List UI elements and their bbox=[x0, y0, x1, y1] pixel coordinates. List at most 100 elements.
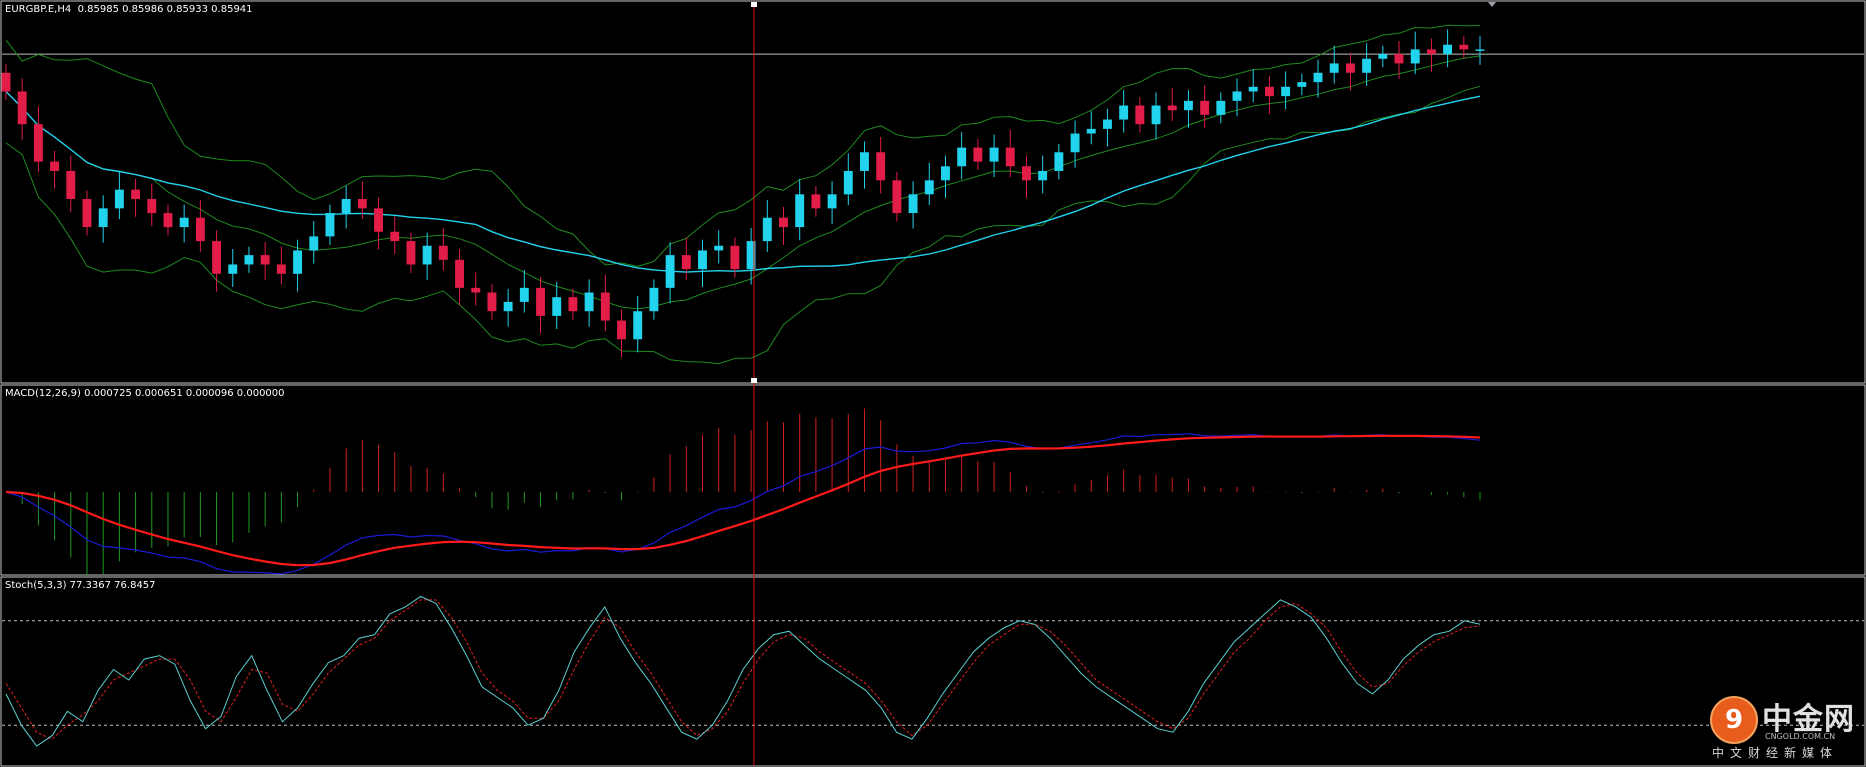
candle-body bbox=[519, 287, 529, 302]
candle-body bbox=[1426, 49, 1436, 55]
watermark-url: CNGOLD.COM.CN bbox=[1765, 732, 1836, 741]
candle-body bbox=[924, 180, 934, 195]
candle-body bbox=[1183, 100, 1193, 111]
candle-body bbox=[341, 199, 351, 214]
candle-body bbox=[455, 259, 464, 288]
candle-body bbox=[406, 241, 416, 265]
candle-body bbox=[276, 264, 286, 274]
candle-body bbox=[438, 245, 448, 260]
watermark-logo: 9 中金网 CNGOLD.COM.CN 中文财经新媒体 bbox=[1708, 694, 1858, 760]
candle-body bbox=[827, 194, 837, 209]
candle-body bbox=[908, 194, 918, 214]
moving-average-line bbox=[5, 91, 1481, 273]
candle-body bbox=[82, 199, 92, 228]
candle-body bbox=[584, 292, 594, 312]
candle-body bbox=[989, 147, 999, 162]
candle-body bbox=[1264, 86, 1274, 97]
candle-body bbox=[1459, 44, 1469, 50]
candle-body bbox=[503, 301, 513, 312]
candle-body bbox=[293, 250, 303, 274]
watermark-tagline: 中文财经新媒体 bbox=[1712, 746, 1839, 760]
candle-body bbox=[147, 199, 157, 214]
candle-body bbox=[1167, 105, 1177, 111]
candle-body bbox=[941, 166, 950, 181]
candle-body bbox=[860, 152, 869, 171]
candle-body bbox=[665, 255, 675, 288]
bollinger-upper-line bbox=[5, 24, 1481, 267]
candle-body bbox=[779, 217, 788, 228]
candle-body bbox=[179, 217, 189, 228]
candle-body bbox=[1119, 105, 1129, 120]
candle-body bbox=[1070, 133, 1080, 153]
candle-body bbox=[681, 255, 691, 270]
candle-body bbox=[1022, 166, 1031, 181]
candle-body bbox=[1102, 119, 1112, 129]
candle-body bbox=[843, 170, 853, 195]
candle-body bbox=[1200, 100, 1210, 115]
candle-body bbox=[1005, 147, 1015, 167]
candle-body bbox=[1443, 44, 1453, 55]
candle-body bbox=[730, 245, 740, 270]
macd-panel bbox=[0, 384, 1866, 576]
candle-body bbox=[212, 241, 222, 274]
price-panel-label: EURGBP.E,H4 0.85985 0.85986 0.85933 0.85… bbox=[5, 4, 253, 15]
candle-body bbox=[714, 245, 724, 251]
candle-body bbox=[1248, 86, 1258, 92]
candle-body bbox=[131, 189, 141, 200]
candle-body bbox=[1410, 49, 1420, 64]
candle-body bbox=[1038, 170, 1048, 181]
candle-body bbox=[195, 217, 205, 242]
candle-body bbox=[309, 236, 319, 251]
candle-body bbox=[892, 180, 902, 214]
bollinger-lower-line bbox=[5, 85, 1481, 365]
candle-body bbox=[487, 292, 497, 312]
candle-body bbox=[1345, 63, 1355, 73]
logo-emblem-icon: 9 bbox=[1710, 696, 1758, 744]
macd-panel-label: MACD(12,26,9) 0.000725 0.000651 0.000096… bbox=[5, 388, 285, 399]
candle-body bbox=[1, 72, 11, 92]
candle-body bbox=[390, 231, 400, 242]
candle-body bbox=[471, 287, 481, 293]
candle-body bbox=[957, 147, 967, 167]
candle-body bbox=[50, 161, 60, 171]
candle-body bbox=[633, 311, 643, 340]
candle-body bbox=[1475, 49, 1485, 51]
candle-body bbox=[649, 287, 659, 312]
crosshair-top-marker bbox=[751, 2, 757, 7]
candle-body bbox=[600, 292, 610, 321]
candle-body bbox=[1232, 91, 1242, 101]
candle-body bbox=[163, 213, 173, 228]
candle-body bbox=[1151, 105, 1161, 125]
candle-body bbox=[1216, 100, 1226, 115]
candle-body bbox=[260, 255, 270, 265]
candle-body bbox=[811, 194, 821, 209]
macd-signal-line bbox=[5, 434, 1481, 567]
candle-body bbox=[1329, 63, 1339, 73]
candle-body bbox=[698, 250, 707, 270]
candle-body bbox=[422, 245, 432, 265]
candle-body bbox=[228, 264, 238, 274]
candle-body bbox=[536, 287, 545, 316]
candle-body bbox=[568, 297, 578, 312]
candle-body bbox=[98, 208, 108, 228]
candle-body bbox=[66, 170, 76, 200]
candle-body bbox=[1297, 82, 1307, 87]
candle-body bbox=[876, 152, 886, 181]
stochastic-panel-label: Stoch(5,3,3) 77.3367 76.8457 bbox=[5, 580, 156, 591]
candle-body bbox=[1394, 54, 1404, 64]
candle-body bbox=[973, 147, 983, 162]
macd-panel-frame bbox=[0, 384, 1866, 576]
trading-chart[interactable] bbox=[0, 0, 1866, 767]
candle-body bbox=[33, 124, 43, 162]
candle-body bbox=[762, 217, 772, 242]
candle-body bbox=[552, 297, 562, 316]
candle-body bbox=[1054, 152, 1064, 171]
candle-body bbox=[244, 255, 254, 265]
candle-body bbox=[617, 320, 626, 340]
shift-marker-icon bbox=[1488, 2, 1496, 7]
candle-body bbox=[114, 189, 124, 209]
candle-body bbox=[1135, 105, 1145, 125]
stochastic-main-line bbox=[5, 595, 1481, 747]
candle-body bbox=[1086, 128, 1096, 134]
candle-body bbox=[325, 213, 335, 237]
